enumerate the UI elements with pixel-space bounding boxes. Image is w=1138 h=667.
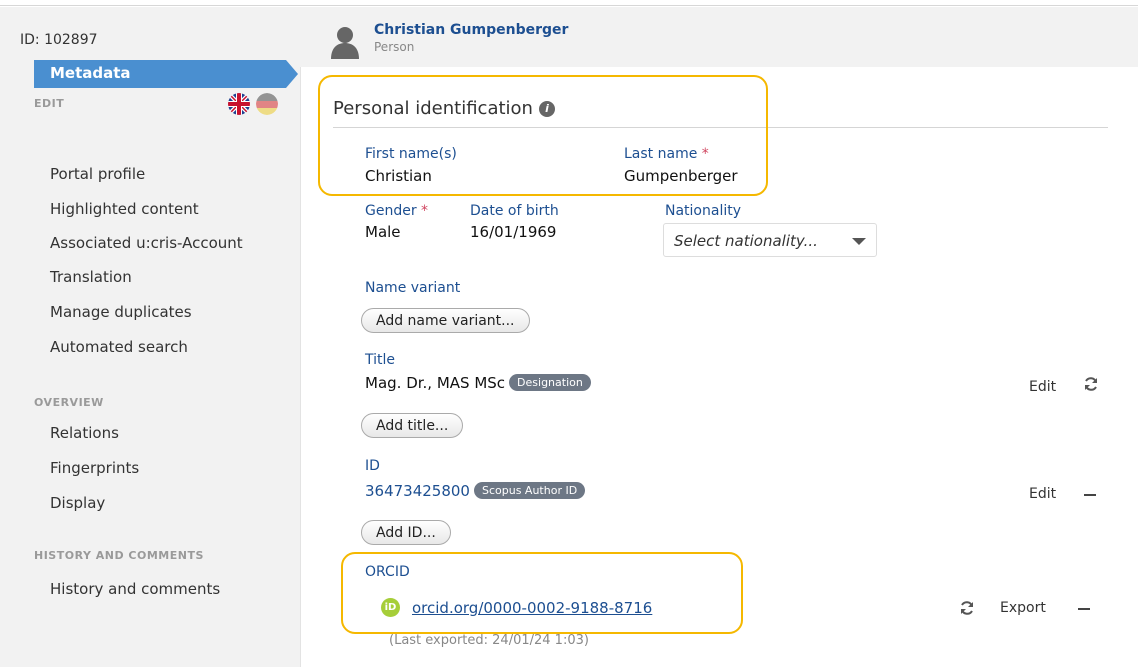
sidebar-item-portal-profile[interactable]: Portal profile	[50, 165, 145, 183]
id-edit-link[interactable]: Edit	[1029, 486, 1056, 502]
sidebar-item-metadata[interactable]: Metadata	[34, 60, 298, 88]
sidebar-heading-edit: EDIT	[34, 97, 65, 110]
highlight-orcid	[341, 552, 743, 634]
remove-icon[interactable]	[1078, 608, 1090, 610]
add-title-button[interactable]: Add title...	[361, 413, 464, 438]
sidebar-item-translation[interactable]: Translation	[50, 268, 132, 286]
designation-badge: Designation	[509, 374, 591, 391]
sidebar-item-label: Metadata	[50, 64, 131, 82]
dob-label: Date of birth	[470, 203, 559, 219]
sidebar-item-fingerprints[interactable]: Fingerprints	[50, 459, 139, 477]
title-value-text: Mag. Dr., MAS MSc	[365, 374, 506, 392]
title-value: Mag. Dr., MAS MSc Designation	[365, 374, 591, 392]
sidebar-heading-overview: OVERVIEW	[34, 396, 104, 409]
title-label: Title	[365, 352, 396, 368]
dob-value: 16/01/1969	[470, 223, 557, 241]
remove-icon[interactable]	[1084, 494, 1096, 496]
sidebar-item-relations[interactable]: Relations	[50, 424, 119, 442]
record-type: Person	[374, 40, 415, 54]
page-header: ID: 102897 Christian Gumpenberger Person	[0, 7, 1138, 67]
sidebar-item-display[interactable]: Display	[50, 494, 105, 512]
add-id-button[interactable]: Add ID...	[361, 520, 451, 545]
person-icon	[331, 27, 359, 59]
gender-value: Male	[365, 223, 401, 241]
export-button[interactable]: Export	[1000, 600, 1046, 616]
nationality-placeholder: Select nationality...	[674, 232, 818, 250]
refresh-icon[interactable]	[959, 600, 975, 616]
nationality-select[interactable]: Select nationality...	[663, 223, 877, 257]
german-flag-icon[interactable]	[256, 93, 278, 115]
gender-label: Gender *	[365, 203, 428, 219]
sidebar-item-associated-account[interactable]: Associated u:cris-Account	[50, 234, 243, 252]
highlight-personal-identification	[318, 75, 768, 196]
id-value-text[interactable]: 36473425800	[365, 482, 470, 500]
record-id: ID: 102897	[20, 32, 98, 48]
scopus-author-id-badge: Scopus Author ID	[473, 482, 586, 499]
gender-label-text: Gender	[365, 203, 417, 219]
sidebar	[0, 67, 300, 667]
top-border	[0, 0, 1138, 6]
nationality-label: Nationality	[665, 203, 742, 219]
sidebar-item-highlighted-content[interactable]: Highlighted content	[50, 200, 199, 218]
last-exported-note: (Last exported: 24/01/24 1:03)	[389, 633, 589, 648]
sidebar-item-manage-duplicates[interactable]: Manage duplicates	[50, 303, 192, 321]
refresh-icon[interactable]	[1083, 376, 1099, 392]
chevron-down-icon	[852, 238, 866, 245]
english-flag-icon[interactable]	[228, 93, 250, 115]
required-mark: *	[421, 203, 429, 219]
add-name-variant-button[interactable]: Add name variant...	[361, 308, 530, 333]
id-label: ID	[365, 458, 380, 474]
person-name[interactable]: Christian Gumpenberger	[374, 22, 568, 38]
sidebar-item-history-comments[interactable]: History and comments	[50, 580, 220, 598]
id-value: 36473425800 Scopus Author ID	[365, 482, 586, 500]
sidebar-item-automated-search[interactable]: Automated search	[50, 338, 188, 356]
title-edit-link[interactable]: Edit	[1029, 379, 1056, 395]
name-variant-label: Name variant	[365, 280, 461, 296]
sidebar-heading-history: HISTORY AND COMMENTS	[34, 549, 204, 562]
